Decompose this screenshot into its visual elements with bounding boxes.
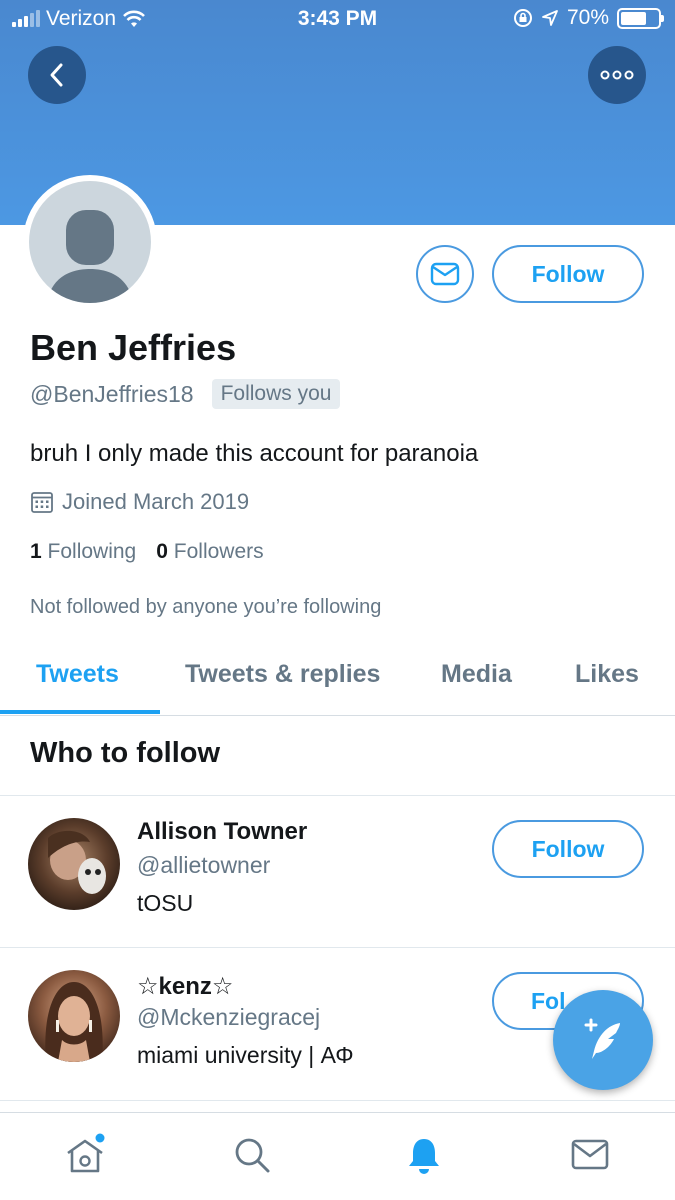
tab-search[interactable]: [230, 1133, 274, 1177]
active-tab-indicator: [0, 710, 160, 714]
profile-tabs: Tweets Tweets & replies Media Likes: [0, 640, 675, 716]
default-avatar-icon: [47, 210, 133, 303]
divider: [0, 1100, 675, 1101]
avatar[interactable]: [28, 970, 120, 1062]
more-options-button[interactable]: [588, 46, 646, 104]
chevron-left-icon: [50, 63, 63, 87]
back-button[interactable]: [28, 46, 86, 104]
avatar[interactable]: [28, 818, 120, 910]
battery-percent: 70%: [566, 6, 609, 29]
profile-handle: @BenJeffries18: [30, 380, 194, 407]
profile-avatar[interactable]: [23, 175, 157, 309]
compose-tweet-icon: [584, 1018, 620, 1059]
more-dots-icon: [600, 70, 634, 80]
follow-suggested-button[interactable]: Follow: [492, 820, 644, 878]
rotation-lock-icon: [513, 9, 532, 27]
status-bar: Verizon 3:43 PM 70%: [0, 0, 675, 40]
suggested-user-handle: @Mckenziegracej: [137, 1004, 321, 1030]
tab-media[interactable]: Media: [441, 660, 512, 689]
profile-bio: bruh I only made this account for parano…: [30, 440, 479, 467]
mail-icon: [430, 262, 460, 286]
tab-messages[interactable]: [568, 1133, 612, 1177]
tab-tweets[interactable]: Tweets: [36, 660, 119, 689]
tab-home[interactable]: [63, 1133, 107, 1177]
suggested-user-name: ☆kenz☆: [137, 973, 234, 1000]
profile-name: Ben Jeffries: [30, 327, 237, 368]
followers-count-link[interactable]: 0 Followers: [156, 540, 263, 564]
message-button[interactable]: [416, 245, 474, 303]
messages-icon: [571, 1139, 609, 1170]
suggested-user-bio: tOSU: [137, 890, 194, 916]
tab-tweets-replies[interactable]: Tweets & replies: [185, 660, 380, 689]
battery-icon: [617, 7, 664, 29]
who-to-follow-title: Who to follow: [30, 737, 221, 769]
not-followed-notice: Not followed by anyone you’re following: [30, 596, 382, 618]
bottom-tab-bar: [0, 1112, 675, 1200]
suggested-user-row[interactable]: Allison Towner @allietowner tOSU Follow: [0, 796, 675, 948]
follows-you-badge: Follows you: [211, 379, 341, 409]
tab-likes[interactable]: Likes: [575, 660, 639, 689]
suggested-user-name: Allison Towner: [137, 818, 308, 845]
location-arrow-icon: [542, 10, 558, 26]
compose-tweet-button[interactable]: [553, 990, 653, 1090]
joined-date: Joined March 2019: [30, 489, 249, 515]
suggested-user-bio: miami university | ΑΦ: [137, 1042, 354, 1068]
following-count-link[interactable]: 1 Following: [30, 540, 136, 564]
suggested-user-handle: @allietowner: [137, 852, 271, 878]
joined-label: Joined March 2019: [62, 489, 250, 514]
calendar-icon: [31, 492, 53, 513]
home-icon: [67, 1133, 105, 1173]
notifications-bell-icon: [409, 1139, 439, 1174]
search-icon: [235, 1138, 270, 1173]
follow-button[interactable]: Follow: [492, 245, 644, 303]
tab-notifications[interactable]: [402, 1133, 446, 1177]
